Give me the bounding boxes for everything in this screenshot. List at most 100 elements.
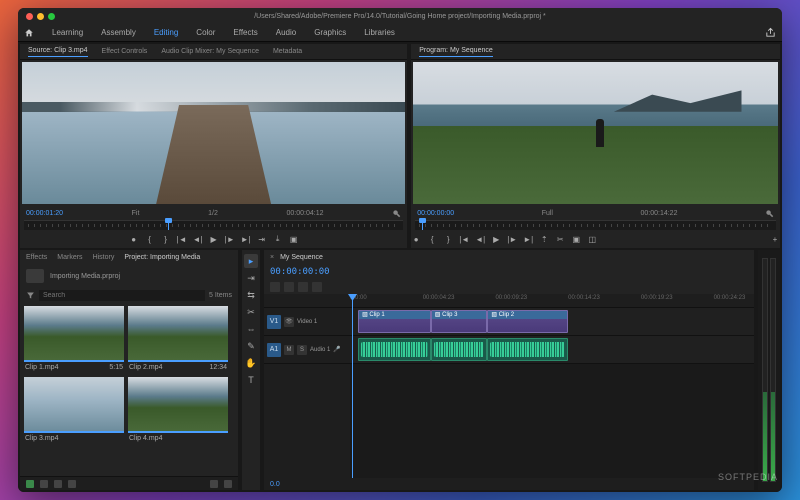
settings-icon[interactable] [312, 282, 322, 292]
overwrite-icon[interactable]: ⤓ [273, 234, 283, 244]
track-header-v1[interactable]: V1 👁 Video 1 [264, 308, 350, 336]
close-icon[interactable] [26, 13, 33, 20]
share-icon[interactable] [765, 27, 776, 38]
snap-icon[interactable] [270, 282, 280, 292]
clip-item[interactable]: Clip 2.mp412:34 [128, 306, 228, 373]
step-back-icon[interactable]: ◄| [193, 234, 203, 244]
lift-icon[interactable]: ⇡ [539, 234, 549, 244]
source-timecode-in[interactable]: 00:00:01:20 [26, 210, 63, 217]
timeline-zoom-level[interactable]: 0.0 [270, 481, 280, 488]
freeform-view-icon[interactable] [68, 480, 76, 488]
play-icon[interactable]: ▶ [491, 234, 501, 244]
selection-tool-icon[interactable]: ▸ [244, 254, 258, 268]
track-tag-v1[interactable]: V1 [267, 315, 281, 329]
export-frame-icon[interactable]: ▣ [571, 234, 581, 244]
razor-tool-icon[interactable]: ✂ [244, 305, 258, 319]
tab-markers[interactable]: Markers [57, 254, 82, 261]
trash-icon[interactable] [224, 480, 232, 488]
wrench-icon[interactable] [392, 209, 401, 218]
timeline-clip[interactable]: ▧ Clip 1 [358, 310, 431, 333]
mark-in-icon[interactable]: { [427, 234, 437, 244]
timeline-timecode[interactable]: 00:00:00:00 [270, 267, 330, 277]
pen-tool-icon[interactable]: ✎ [244, 339, 258, 353]
linked-selection-icon[interactable] [284, 282, 294, 292]
tab-effect-controls[interactable]: Effect Controls [102, 48, 148, 55]
go-to-out-icon[interactable]: ►| [523, 234, 533, 244]
workspace-color[interactable]: Color [196, 28, 215, 37]
go-to-in-icon[interactable]: |◄ [177, 234, 187, 244]
program-scrubber[interactable] [415, 220, 776, 230]
program-monitor[interactable] [413, 62, 778, 204]
track-tag-a1[interactable]: A1 [267, 343, 281, 357]
tab-source[interactable]: Source: Clip 3.mp4 [28, 47, 88, 57]
export-frame-icon[interactable]: ▣ [289, 234, 299, 244]
marker-icon[interactable] [298, 282, 308, 292]
time-ruler[interactable]: :00:00 00:00:04:23 00:00:09:23 00:00:14:… [350, 294, 754, 308]
hand-tool-icon[interactable]: ✋ [244, 356, 258, 370]
source-monitor[interactable] [22, 62, 405, 204]
source-scrubber[interactable] [24, 220, 403, 230]
source-zoom-fit[interactable]: Fit [132, 210, 140, 217]
play-icon[interactable]: ▶ [209, 234, 219, 244]
workspace-learning[interactable]: Learning [52, 28, 83, 37]
plus-icon[interactable]: + [770, 234, 780, 244]
source-playhead[interactable] [168, 221, 169, 230]
add-marker-icon[interactable]: ● [129, 234, 139, 244]
tab-project[interactable]: Project: Importing Media [124, 254, 200, 261]
mark-out-icon[interactable]: } [443, 234, 453, 244]
timeline-audio-clip[interactable] [487, 338, 568, 361]
audio-track-1[interactable] [350, 336, 754, 364]
tab-metadata[interactable]: Metadata [273, 48, 302, 55]
workspace-effects[interactable]: Effects [233, 28, 257, 37]
filter-bin-icon[interactable] [26, 291, 35, 300]
list-view-icon[interactable] [40, 480, 48, 488]
timeline-clip[interactable]: ▧ Clip 2 [487, 310, 568, 333]
step-forward-icon[interactable]: |► [507, 234, 517, 244]
toggle-track-output-icon[interactable]: 👁 [284, 317, 294, 327]
slip-tool-icon[interactable]: ⇔ [244, 322, 258, 336]
insert-icon[interactable]: ⇥ [257, 234, 267, 244]
workspace-audio[interactable]: Audio [276, 28, 296, 37]
type-tool-icon[interactable]: T [244, 373, 258, 387]
add-marker-icon[interactable]: ● [411, 234, 421, 244]
home-icon[interactable] [24, 28, 34, 38]
step-forward-icon[interactable]: |► [225, 234, 235, 244]
tracks-area[interactable]: :00:00 00:00:04:23 00:00:09:23 00:00:14:… [350, 294, 754, 478]
tab-effects[interactable]: Effects [26, 254, 47, 261]
wrench-icon[interactable] [765, 209, 774, 218]
minimize-icon[interactable] [37, 13, 44, 20]
tab-audio-clip-mixer[interactable]: Audio Clip Mixer: My Sequence [161, 48, 259, 55]
workspace-assembly[interactable]: Assembly [101, 28, 136, 37]
ripple-edit-tool-icon[interactable]: ⇆ [244, 288, 258, 302]
timeline-audio-clip[interactable] [431, 338, 488, 361]
program-zoom-fit[interactable]: Full [542, 210, 553, 217]
program-timecode-in[interactable]: 00:00:00:00 [417, 210, 454, 217]
project-search-input[interactable] [39, 290, 205, 301]
tab-program[interactable]: Program: My Sequence [419, 47, 493, 57]
workspace-libraries[interactable]: Libraries [364, 28, 395, 37]
mark-in-icon[interactable]: { [145, 234, 155, 244]
workspace-editing[interactable]: Editing [154, 28, 178, 37]
timeline-playhead[interactable] [352, 294, 353, 478]
compare-icon[interactable]: ◫ [587, 234, 597, 244]
timeline-clip[interactable]: ▧ Clip 3 [431, 310, 488, 333]
program-playhead[interactable] [422, 221, 423, 230]
new-bin-icon[interactable] [210, 480, 218, 488]
timeline-audio-clip[interactable] [358, 338, 431, 361]
go-to-out-icon[interactable]: ►| [241, 234, 251, 244]
track-header-a1[interactable]: A1 M S Audio 1 🎤 [264, 336, 350, 364]
extract-icon[interactable]: ✂ [555, 234, 565, 244]
mute-icon[interactable]: M [284, 345, 294, 355]
workspace-graphics[interactable]: Graphics [314, 28, 346, 37]
step-back-icon[interactable]: ◄| [475, 234, 485, 244]
video-track-1[interactable]: ▧ Clip 1 ▧ Clip 3 ▧ Clip 2 [350, 308, 754, 336]
clip-item[interactable]: Clip 4.mp4 [128, 377, 228, 444]
mark-out-icon[interactable]: } [161, 234, 171, 244]
go-to-in-icon[interactable]: |◄ [459, 234, 469, 244]
clip-item[interactable]: Clip 3.mp4 [24, 377, 124, 444]
sequence-name[interactable]: My Sequence [280, 254, 323, 261]
solo-icon[interactable]: S [297, 345, 307, 355]
new-item-icon[interactable] [26, 480, 34, 488]
tab-history[interactable]: History [93, 254, 115, 261]
voiceover-icon[interactable]: 🎤 [333, 346, 340, 353]
